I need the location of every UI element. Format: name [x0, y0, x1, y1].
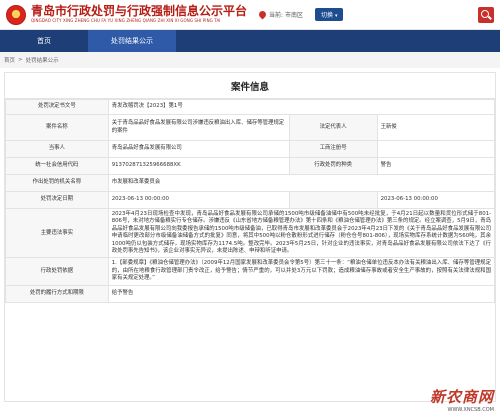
business-reg-value: [376, 140, 496, 158]
penalty-type-label: 行政处罚的种类: [288, 157, 378, 175]
table-row: 主要违法事实 2023年4月23日现场检查中发现，青岛品品好食品发展有限公司承储…: [5, 207, 496, 259]
chevron-down-icon: ▾: [334, 13, 338, 19]
case-info-card: 案件信息 处罚决定书文号 青发改稽罚决【2023】第1号 案件名称 关于青岛品品…: [4, 72, 496, 402]
doc-number-value: 青发改稽罚决【2023】第1号: [107, 99, 496, 115]
decision-date-label: 处罚决定日期: [5, 191, 109, 209]
case-name-value: 关于青岛品品好食品发展有限公司涉嫌违反粮油出入库、储存等管理规定的案件: [107, 114, 290, 141]
table-row: 作出处罚的机关名称 市发展和改革委员会: [5, 174, 496, 192]
credit-code-label: 统一社会信用代码: [5, 157, 109, 175]
legal-rep-value: 王新俊: [376, 114, 496, 141]
site-title: 青岛市行政处罚与行政强制信息公示平台: [31, 4, 248, 18]
case-info-table: 处罚决定书文号 青发改稽罚决【2023】第1号 案件名称 关于青岛品品好食品发展…: [5, 99, 496, 303]
facts-label: 主要违法事实: [5, 207, 109, 259]
breadcrumb-separator: >: [18, 57, 23, 63]
search-icon[interactable]: [478, 6, 494, 23]
site-subtitle: QINGDAO CITY XING ZHENG CHU FA YU XING Z…: [31, 18, 221, 23]
party-value: 青岛品品好食品发展有限公司: [107, 140, 290, 158]
location-indicator: 当前: 市南区: [257, 9, 303, 20]
site-title-block: 青岛市行政处罚与行政强制信息公示平台 QINGDAO CITY XING ZHE…: [31, 5, 247, 24]
decision-date-value: 2023-06-13 00:00:00: [107, 191, 290, 209]
authority-label: 作出处罚的机关名称: [5, 174, 109, 192]
watermark-url: WWW.XNCSB.COM: [447, 407, 494, 413]
breadcrumb-current: 处罚结果公示: [25, 58, 59, 64]
fulfillment-value: 给予警告: [107, 284, 496, 303]
breadcrumb-home[interactable]: 首页: [4, 56, 15, 64]
doc-number-label: 处罚决定书文号: [5, 99, 109, 115]
credit-code-value: 913702871325966688XK: [107, 157, 290, 175]
penalty-type-value: 警告: [376, 157, 496, 175]
nav-item-home[interactable]: 首页: [0, 30, 88, 52]
basis-value: 1.【部委规章】《粮油仓储管理办法》（2009年12月国家发展和改革委员会令第5…: [107, 257, 496, 286]
table-row: 处罚的履行方式和期限 给予警告: [5, 284, 496, 303]
table-row: 案件名称 关于青岛品品好食品发展有限公司涉嫌违反粮油出入库、储存等管理规定的案件…: [5, 114, 496, 141]
table-row: 统一社会信用代码 913702871325966688XK 行政处罚的种类 警告: [5, 157, 496, 175]
card-title: 案件信息: [5, 73, 495, 99]
table-row: 行政处罚依据 1.【部委规章】《粮油仓储管理办法》（2009年12月国家发展和改…: [5, 257, 496, 286]
table-row: 处罚决定书文号 青发改稽罚决【2023】第1号: [5, 99, 496, 115]
nav-item-penalty-results[interactable]: 处罚结果公示: [88, 30, 176, 52]
breadcrumb: 首页 > 处罚结果公示: [0, 52, 500, 68]
authority-value: 市发展和改革委员会: [107, 174, 496, 192]
table-row: 当事人 青岛品品好食品发展有限公司 工商注册号: [5, 140, 496, 158]
effective-date-value: 2023-06-13 00:00:00: [376, 191, 496, 209]
effective-date-label: [288, 191, 378, 209]
switch-region-button[interactable]: 切换 ▾: [314, 8, 344, 21]
case-name-label: 案件名称: [5, 114, 109, 141]
party-label: 当事人: [5, 140, 109, 158]
facts-value: 2023年4月23日现场检查中发现，青岛品品好食品发展有限公司承储的1500吨市…: [107, 207, 496, 259]
location-text: 当前: 市南区: [269, 12, 303, 19]
fulfillment-label: 处罚的履行方式和期限: [5, 284, 109, 303]
national-emblem-icon: [6, 4, 26, 25]
legal-rep-label: 法定代表人: [288, 114, 378, 141]
basis-label: 行政处罚依据: [5, 257, 109, 286]
site-header: 青岛市行政处罚与行政强制信息公示平台 QINGDAO CITY XING ZHE…: [0, 0, 500, 30]
main-nav: 首页 处罚结果公示: [0, 30, 500, 52]
business-reg-label: 工商注册号: [288, 140, 378, 158]
location-pin-icon: [257, 9, 268, 20]
switch-label: 切换: [320, 12, 333, 19]
table-row: 处罚决定日期 2023-06-13 00:00:00 2023-06-13 00…: [5, 191, 496, 209]
